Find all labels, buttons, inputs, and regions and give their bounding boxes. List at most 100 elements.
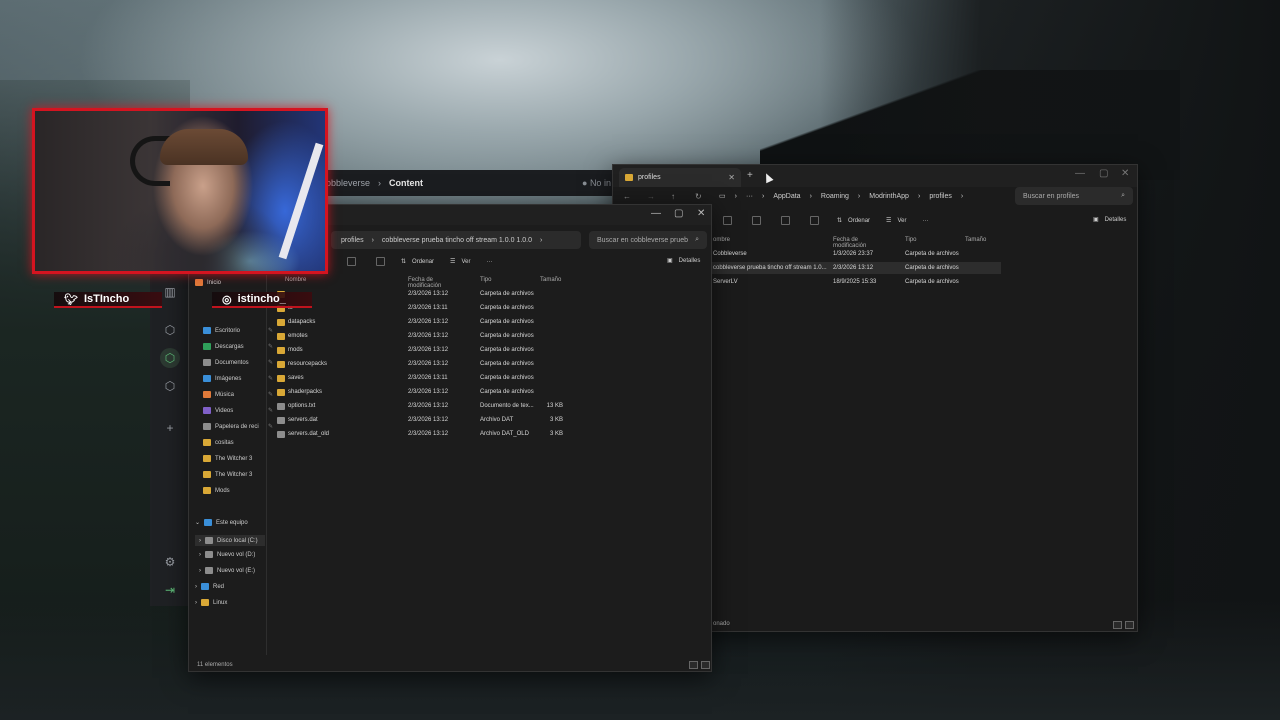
library-icon[interactable]: ▥ — [160, 282, 180, 302]
minimize-button[interactable]: — — [1075, 168, 1085, 179]
sort-button[interactable]: Ordenar — [412, 259, 434, 265]
table-row[interactable]: options.txt 2/3/2026 13:12 Documento de te… — [275, 400, 575, 412]
pin-icon: ✎ — [267, 376, 273, 382]
chevron-down-icon[interactable]: ⌄ — [195, 519, 200, 526]
table-row[interactable]: servers.dat 2/3/2026 13:12 Archivo DAT 3 KB — [275, 414, 575, 426]
tile-view-button[interactable] — [701, 661, 710, 669]
delete-icon[interactable] — [376, 257, 385, 266]
maximize-button[interactable]: ▢ — [1099, 168, 1108, 179]
search-input[interactable]: Buscar en profiles ⌕ — [1015, 187, 1133, 205]
rename-icon[interactable] — [781, 216, 790, 225]
chevron-right-icon[interactable]: › — [195, 584, 197, 590]
close-window-button[interactable]: ✕ — [697, 208, 705, 219]
nav-label: Documentos — [215, 359, 249, 366]
cube-icon[interactable]: ⬡ — [160, 320, 180, 340]
nav-item-witcher[interactable]: The Witcher 3 — [203, 455, 275, 462]
address-bar[interactable]: profiles › cobbleverse prueba tincho off… — [331, 231, 581, 249]
view-button[interactable]: Ver — [461, 259, 470, 265]
table-row[interactable]: mods 2/3/2026 13:12 Carpeta de archivos — [275, 344, 575, 356]
table-row[interactable]: emotes 2/3/2026 13:12 Carpeta de archivos — [275, 330, 575, 342]
forward-arrow-icon[interactable]: → — [647, 192, 655, 201]
column-type[interactable]: Tipo — [480, 277, 491, 283]
file-type: Carpeta de archivos — [480, 347, 534, 353]
nav-item-cositas[interactable]: cositas — [203, 439, 275, 446]
crumb-instance[interactable]: cobbleverse prueba tincho off stream 1.0… — [382, 237, 532, 244]
crumb-modrinthapp[interactable]: ModrinthApp — [869, 193, 909, 200]
nav-item-disco-c[interactable]: › Disco local (C:) — [195, 535, 265, 546]
column-size[interactable]: Tamaño — [965, 237, 986, 243]
chevron-right-icon[interactable]: › — [199, 568, 201, 574]
nav-item-este-equipo[interactable]: ⌄ Este equipo — [195, 519, 267, 526]
nav-item-videos[interactable]: Videos ✎ — [203, 407, 275, 414]
music-icon — [203, 391, 211, 398]
nav-item-escritorio[interactable]: Escritorio ✎ — [203, 327, 275, 334]
crumb-profiles[interactable]: profiles — [929, 193, 952, 200]
more-button[interactable]: ··· — [922, 218, 928, 224]
nav-item-witcher-2[interactable]: The Witcher 3 — [203, 471, 275, 478]
nav-item-disco-d[interactable]: › Nuevo vol (D:) — [199, 551, 271, 558]
column-size[interactable]: Tamaño — [540, 277, 561, 283]
sort-button[interactable]: Ordenar — [848, 218, 870, 224]
copy-icon[interactable] — [752, 216, 761, 225]
chevron-right-icon[interactable]: › — [199, 552, 201, 558]
breadcrumb-parent[interactable]: obbleverse — [326, 178, 370, 188]
maximize-button[interactable]: ▢ — [674, 208, 683, 219]
new-tab-button[interactable]: + — [747, 170, 753, 181]
login-icon[interactable]: ⇥ — [160, 580, 180, 600]
nav-item-papelera[interactable]: Papelera de reci ✎ — [203, 423, 275, 430]
table-row-selected[interactable]: cobbleverse prueba tincho off stream 1.0… — [711, 262, 1001, 274]
table-row[interactable]: ts 2/3/2026 13:11 Carpeta de archivos — [275, 302, 575, 314]
cube-icon-2[interactable]: ⬡ — [160, 376, 180, 396]
back-arrow-icon[interactable]: ← — [623, 192, 631, 201]
details-pane-toggle[interactable]: ▣ Detalles — [667, 257, 700, 265]
close-tab-icon[interactable]: ✕ — [728, 173, 735, 182]
nav-item-disco-e[interactable]: › Nuevo vol (E:) — [199, 567, 271, 574]
table-row[interactable]: datapacks 2/3/2026 13:12 Carpeta de archiv… — [275, 316, 575, 328]
column-name[interactable]: ombre — [713, 237, 730, 243]
view-icon: ☰ — [886, 218, 892, 224]
minimize-button[interactable]: — — [651, 208, 661, 219]
nav-item-documentos[interactable]: Documentos ✎ — [203, 359, 275, 366]
crumb-appdata[interactable]: AppData — [773, 193, 800, 200]
nav-item-musica[interactable]: Música ✎ — [203, 391, 275, 398]
delete-icon[interactable] — [810, 216, 819, 225]
column-type[interactable]: Tipo — [905, 237, 916, 243]
crumb-roaming[interactable]: Roaming — [821, 193, 849, 200]
list-view-button[interactable] — [689, 661, 698, 669]
nav-item-imagenes[interactable]: Imágenes ✎ — [203, 375, 275, 382]
tile-view-button[interactable] — [1125, 621, 1134, 629]
view-button[interactable]: Ver — [897, 218, 906, 224]
table-row[interactable]: Cobbleverse 1/3/2026 23:37 Carpeta de ar… — [713, 248, 1003, 260]
tab-profiles[interactable]: profiles ✕ — [619, 168, 741, 187]
chevron-right-icon[interactable]: › — [199, 538, 201, 544]
table-row[interactable]: ServerLV 18/9/2025 15:33 Carpeta de arch… — [713, 276, 1003, 288]
table-row[interactable]: 2/3/2026 13:12 Carpeta de archivos — [275, 288, 575, 300]
search-input[interactable]: Buscar en cobbleverse prueb ⌕ — [589, 231, 707, 249]
table-row[interactable]: saves 2/3/2026 13:11 Carpeta de archivos — [275, 372, 575, 384]
chevron-right-icon[interactable]: › — [195, 600, 197, 606]
nav-item-linux[interactable]: › Linux — [195, 599, 267, 606]
table-row[interactable]: resourcepacks 2/3/2026 13:12 Carpeta de ar… — [275, 358, 575, 370]
crumb-profiles[interactable]: profiles — [341, 237, 364, 244]
list-view-button[interactable] — [1113, 621, 1122, 629]
nav-item-inicio[interactable]: Inicio — [195, 279, 267, 286]
nav-item-red[interactable]: › Red — [195, 583, 267, 590]
address-bar[interactable]: ▭ › ··· › AppData › Roaming › ModrinthAp… — [719, 188, 963, 204]
gear-icon[interactable]: ⚙ — [160, 552, 180, 572]
rename-icon[interactable] — [347, 257, 356, 266]
details-pane-toggle[interactable]: ▣ Detalles — [1093, 216, 1126, 224]
table-row[interactable]: shaderpacks 2/3/2026 13:12 Carpeta de arch… — [275, 386, 575, 398]
column-name[interactable]: Nombre — [285, 277, 306, 283]
active-instance-icon[interactable]: ⬡ — [160, 348, 180, 368]
refresh-icon[interactable]: ↻ — [695, 192, 702, 201]
more-button[interactable]: ··· — [486, 259, 492, 265]
close-window-button[interactable]: ✕ — [1121, 168, 1129, 179]
nav-item-mods[interactable]: Mods — [203, 487, 275, 494]
table-row[interactable]: servers.dat_old 2/3/2026 13:12 Archivo DAT… — [275, 428, 575, 440]
cut-icon[interactable] — [723, 216, 732, 225]
up-arrow-icon[interactable]: ↑ — [671, 192, 675, 201]
nav-item-descargas[interactable]: Descargas ✎ — [203, 343, 275, 350]
add-icon[interactable]: + — [160, 418, 180, 438]
overflow-icon[interactable]: ··· — [746, 193, 753, 200]
downloads-icon — [203, 343, 211, 350]
